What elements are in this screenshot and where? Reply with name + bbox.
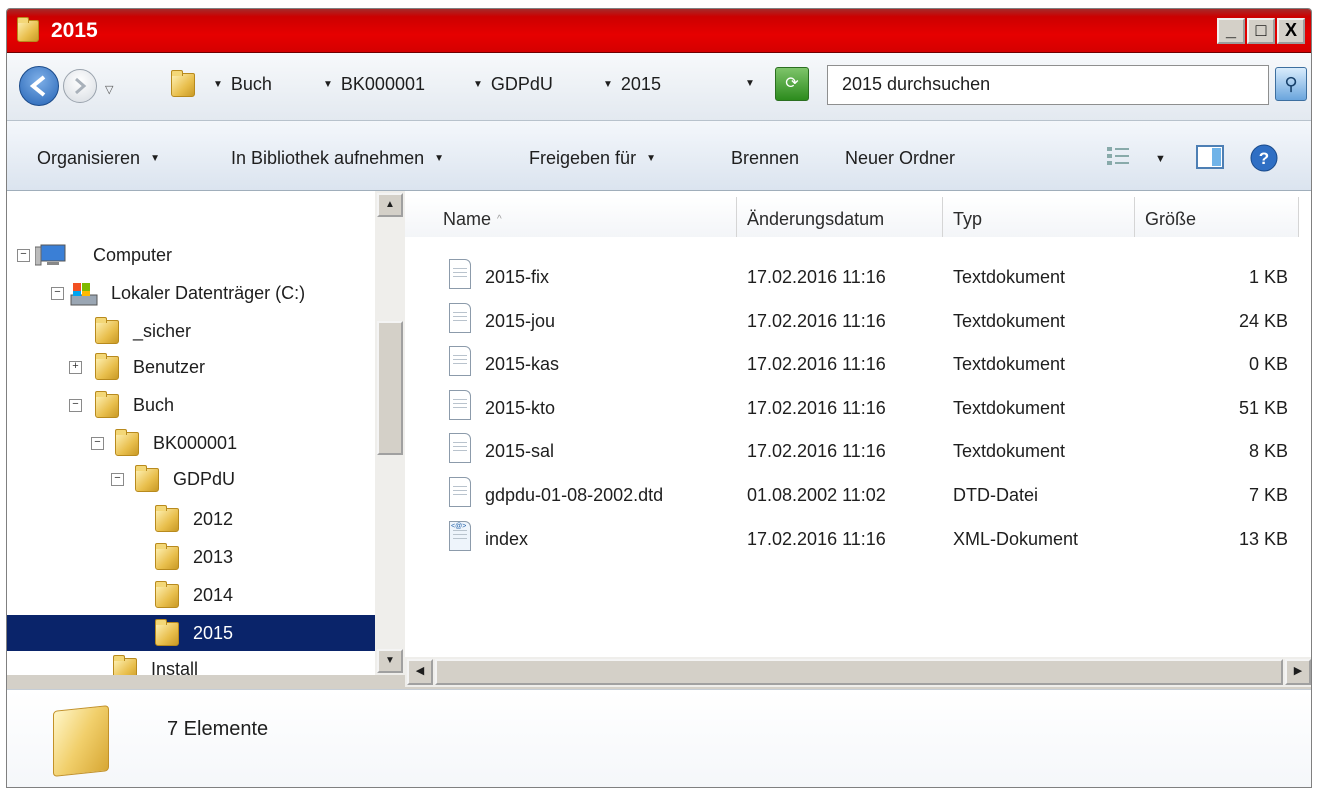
scroll-right-icon[interactable]: ▶ [1285,659,1311,685]
folder-icon [171,70,195,97]
text-file-icon [449,390,471,420]
minimize-button[interactable]: _ [1217,18,1245,44]
text-file-icon [449,433,471,463]
folder-icon [95,317,119,344]
breadcrumb[interactable]: ▼ Buch ▼ BK000001 ▼ GDPdU ▼ 2015 ▼ [157,65,819,105]
burn-button[interactable]: Brennen [731,148,799,169]
command-bar: Organisieren ▼ In Bibliothek aufnehmen ▼ F… [7,121,1311,191]
folder-icon [155,505,179,532]
preview-pane-icon[interactable] [1195,143,1225,171]
tree-scrollbar[interactable]: ▲ ▼ [375,191,405,675]
folder-icon [115,429,139,456]
tree-item-install[interactable]: Install [7,651,375,675]
text-file-icon [449,303,471,333]
breadcrumb-item[interactable]: ▼ GDPdU [473,74,553,95]
collapse-icon[interactable]: − [111,473,124,486]
breadcrumb-item[interactable]: ▼ 2015 [603,74,661,95]
share-button[interactable]: Freigeben für ▼ [529,148,656,169]
folder-icon [155,581,179,608]
folder-icon [53,705,109,777]
scroll-left-icon[interactable]: ◀ [407,659,433,685]
column-header-date[interactable]: Änderungsdatum [737,197,943,237]
help-icon[interactable]: ? [1249,143,1279,173]
tree-item-bk000001[interactable]: − BK000001 [7,425,375,461]
collapse-icon[interactable]: − [17,249,30,262]
file-row[interactable]: 2015-fix 17.02.2016 11:16 Textdokument 1… [405,255,1311,299]
dtd-file-icon [449,477,471,507]
computer-icon [35,244,66,266]
search-icon: ⚲ [1284,74,1298,94]
search-button[interactable]: ⚲ [1275,67,1307,101]
back-button[interactable] [19,66,59,106]
breadcrumb-item[interactable]: ▼ Buch [213,74,272,95]
svg-text:?: ? [1259,149,1269,168]
close-button[interactable]: X [1277,18,1305,44]
folder-icon [155,619,179,646]
list-horizontal-scrollbar[interactable]: ◀ ▶ [405,657,1311,687]
new-folder-button[interactable]: Neuer Ordner [845,148,955,169]
file-row[interactable]: index 17.02.2016 11:16 XML-Dokument 13 K… [405,517,1311,561]
folder-icon [135,465,159,492]
sort-indicator-icon: ^ [497,214,502,225]
file-row[interactable]: gdpdu-01-08-2002.dtd 01.08.2002 11:02 DT… [405,473,1311,517]
tree-item-gdpdu[interactable]: − GDPdU [7,461,375,497]
scroll-up-icon[interactable]: ▲ [377,193,403,217]
scroll-thumb[interactable] [435,659,1283,685]
file-list: Name ^ Änderungsdatum Typ Größe 2015-fix … [405,191,1311,675]
arrow-right-icon [75,77,87,95]
item-count: 7 Elemente [167,718,269,740]
view-details-icon[interactable] [1105,143,1131,169]
explorer-window: 2015 _ □ X ▽ ▼ Buch ▼ BK000001 ▼ GDPdU ▼ 201… [6,8,1312,788]
column-header-name[interactable]: Name ^ [405,197,737,237]
file-row[interactable]: 2015-kas 17.02.2016 11:16 Textdokument 0… [405,342,1311,386]
scroll-down-icon[interactable]: ▼ [377,649,403,673]
tree-item-local-disk[interactable]: − Lokaler Datenträger (C:) [7,275,375,311]
tree-item-sicher[interactable]: _sicher [7,313,375,349]
include-library-button[interactable]: In Bibliothek aufnehmen ▼ [231,148,444,169]
folder-icon [17,17,41,44]
file-row[interactable]: 2015-sal 17.02.2016 11:16 Textdokument 8… [405,429,1311,473]
title-bar[interactable]: 2015 _ □ X [7,9,1311,53]
expand-icon[interactable]: + [69,361,82,374]
drive-icon [70,283,98,306]
details-pane: 7 Elemente [7,689,1311,787]
column-header-type[interactable]: Typ [943,197,1135,237]
folder-icon [113,655,137,675]
folder-icon [95,391,119,418]
file-row[interactable]: 2015-kto 17.02.2016 11:16 Textdokument 5… [405,386,1311,430]
xml-file-icon [449,521,471,551]
view-dropdown-icon[interactable]: ▼ [1155,153,1166,165]
window-title: 2015 [51,19,98,42]
collapse-icon[interactable]: − [91,437,104,450]
tree-item-2013[interactable]: 2013 [7,539,375,575]
refresh-button[interactable]: ⟳ [775,67,809,101]
address-bar-area: ▽ ▼ Buch ▼ BK000001 ▼ GDPdU ▼ 2015 ▼ ⟳ 2015 … [7,53,1311,121]
tree-item-computer[interactable]: − Computer [7,237,375,273]
tree-item-benutzer[interactable]: + Benutzer [7,349,375,385]
collapse-icon[interactable]: − [51,287,64,300]
navigation-tree: − Computer − Lokaler Datenträger (C:) _s… [7,191,375,675]
search-input[interactable]: 2015 durchsuchen [827,65,1269,105]
forward-button[interactable] [63,69,97,103]
tree-item-buch[interactable]: − Buch [7,387,375,423]
address-dropdown-icon[interactable]: ▼ [745,78,755,89]
tree-item-2012[interactable]: 2012 [7,501,375,537]
maximize-button[interactable]: □ [1247,18,1275,44]
organize-button[interactable]: Organisieren ▼ [37,148,160,169]
tree-item-2015[interactable]: 2015 [7,615,375,651]
breadcrumb-item[interactable]: ▼ BK000001 [323,74,425,95]
folder-icon [95,353,119,380]
file-row[interactable]: 2015-jou 17.02.2016 11:16 Textdokument 2… [405,299,1311,343]
arrow-left-icon [29,75,46,97]
history-dropdown-icon[interactable]: ▽ [105,83,113,96]
folder-icon [155,543,179,570]
scroll-thumb[interactable] [377,321,403,455]
text-file-icon [449,346,471,376]
refresh-icon: ⟳ [785,75,799,92]
collapse-icon[interactable]: − [69,399,82,412]
tree-item-2014[interactable]: 2014 [7,577,375,613]
column-header-size[interactable]: Größe [1135,197,1299,237]
text-file-icon [449,259,471,289]
